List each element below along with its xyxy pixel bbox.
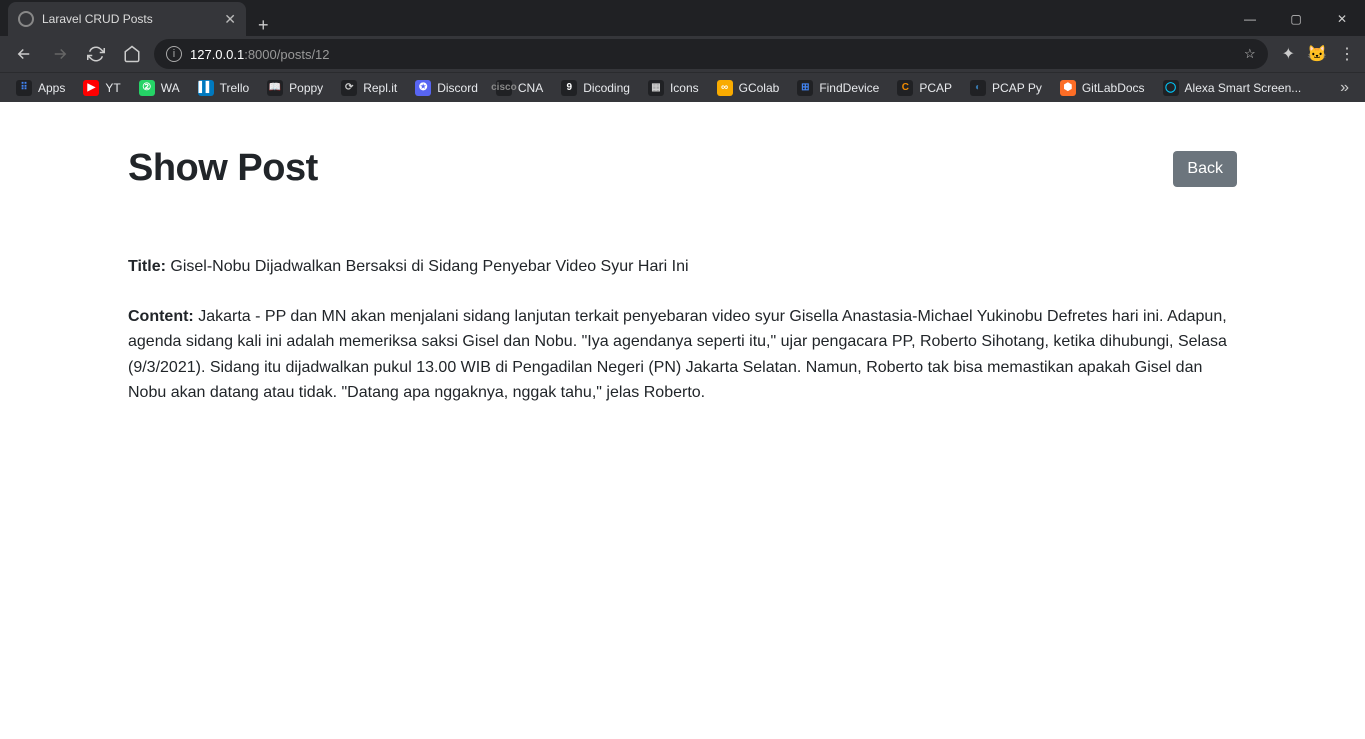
bookmark-item[interactable]: cisco CNA	[490, 76, 549, 100]
bookmark-item[interactable]: ② WA	[133, 76, 186, 100]
menu-icon[interactable]: ⋮	[1339, 44, 1355, 64]
bookmark-icon: ⬢	[1060, 80, 1076, 96]
bookmark-label: WA	[161, 81, 180, 95]
bookmark-item[interactable]: ⠿ Apps	[10, 76, 71, 100]
bookmark-icon: ⊞	[797, 80, 813, 96]
new-tab-button[interactable]: +	[246, 15, 281, 36]
bookmark-item[interactable]: 📖 Poppy	[261, 76, 329, 100]
bookmark-item[interactable]: ✪ Discord	[409, 76, 484, 100]
bookmark-item[interactable]: ▶ YT	[77, 76, 126, 100]
bookmark-icon: ∞	[717, 80, 733, 96]
bookmark-icon: ⟳	[341, 80, 357, 96]
tab-title: Laravel CRUD Posts	[42, 12, 216, 26]
window-controls: ― ▢ ✕	[1227, 2, 1365, 36]
bookmark-icon: ②	[139, 80, 155, 96]
bookmark-icon: ◯	[1163, 80, 1179, 96]
bookmark-icon: cisco	[496, 80, 512, 96]
bookmark-label: PCAP	[919, 81, 952, 95]
bookmark-item[interactable]: ∞ GColab	[711, 76, 786, 100]
minimize-button[interactable]: ―	[1227, 2, 1273, 36]
bookmark-icon: ▦	[648, 80, 664, 96]
bookmark-icon: 📖	[267, 80, 283, 96]
bookmark-star-icon[interactable]: ☆	[1244, 46, 1256, 62]
maximize-button[interactable]: ▢	[1273, 2, 1319, 36]
globe-icon	[18, 11, 34, 27]
bookmark-label: YT	[105, 81, 120, 95]
site-info-icon[interactable]: i	[166, 46, 182, 62]
forward-button[interactable]	[46, 40, 74, 68]
reload-button[interactable]	[82, 40, 110, 68]
bookmark-label: GitLabDocs	[1082, 81, 1145, 95]
back-link-button[interactable]: Back	[1173, 151, 1237, 187]
bookmark-item[interactable]: ◐ PCAP Py	[964, 76, 1048, 100]
bookmark-label: CNA	[518, 81, 543, 95]
bookmarks-bar: ⠿ Apps ▶ YT ② WA ▌▌ Trello 📖 Poppy ⟳ Repl.it ✪ Discor…	[0, 72, 1365, 102]
back-button[interactable]	[10, 40, 38, 68]
bookmark-icon: 9	[561, 80, 577, 96]
post-content-row: Content: Jakarta - PP dan MN akan menjal…	[128, 304, 1237, 406]
address-bar[interactable]: i 127.0.0.1:8000/posts/12 ☆	[154, 39, 1268, 69]
bookmark-item[interactable]: ⊞ FindDevice	[791, 76, 885, 100]
content-label: Content:	[128, 308, 194, 325]
page-title: Show Post	[128, 147, 318, 190]
page-header: Show Post Back	[128, 147, 1237, 190]
bookmark-icon: C	[897, 80, 913, 96]
bookmark-item[interactable]: ⬢ GitLabDocs	[1054, 76, 1151, 100]
bookmark-icon: ◐	[970, 80, 986, 96]
nav-toolbar: i 127.0.0.1:8000/posts/12 ☆ ✦ 🐱 ⋮	[0, 36, 1365, 72]
post-details: Title: Gisel-Nobu Dijadwalkan Bersaksi d…	[128, 254, 1237, 406]
bookmark-label: Repl.it	[363, 81, 397, 95]
title-label: Title:	[128, 258, 166, 275]
url-display: 127.0.0.1:8000/posts/12	[190, 47, 330, 62]
extensions-icon[interactable]: ✦	[1282, 44, 1295, 64]
bookmark-label: Alexa Smart Screen...	[1185, 81, 1302, 95]
bookmark-icon: ▌▌	[198, 80, 214, 96]
bookmark-label: PCAP Py	[992, 81, 1042, 95]
close-window-button[interactable]: ✕	[1319, 2, 1365, 36]
bookmark-icon: ✪	[415, 80, 431, 96]
browser-chrome: Laravel CRUD Posts ✕ + ― ▢ ✕ i 127.0.0.1…	[0, 0, 1365, 102]
title-value: Gisel-Nobu Dijadwalkan Bersaksi di Sidan…	[170, 258, 688, 275]
bookmark-item[interactable]: ▦ Icons	[642, 76, 705, 100]
bookmark-label: Icons	[670, 81, 699, 95]
profile-avatar[interactable]: 🐱	[1307, 44, 1327, 64]
bookmark-label: Dicoding	[583, 81, 630, 95]
post-title-row: Title: Gisel-Nobu Dijadwalkan Bersaksi d…	[128, 254, 1237, 280]
tab-bar: Laravel CRUD Posts ✕ + ― ▢ ✕	[0, 0, 1365, 36]
browser-tab[interactable]: Laravel CRUD Posts ✕	[8, 2, 246, 36]
bookmark-label: Trello	[220, 81, 250, 95]
bookmark-icon: ▶	[83, 80, 99, 96]
bookmark-label: Poppy	[289, 81, 323, 95]
toolbar-right: ✦ 🐱 ⋮	[1276, 44, 1355, 64]
bookmark-item[interactable]: ⟳ Repl.it	[335, 76, 403, 100]
bookmark-item[interactable]: C PCAP	[891, 76, 958, 100]
bookmarks-overflow-icon[interactable]: »	[1334, 79, 1355, 97]
bookmark-icon: ⠿	[16, 80, 32, 96]
content-value: Jakarta - PP dan MN akan menjalani sidan…	[128, 308, 1227, 402]
bookmark-label: Apps	[38, 81, 65, 95]
bookmark-item[interactable]: 9 Dicoding	[555, 76, 636, 100]
bookmark-label: Discord	[437, 81, 478, 95]
home-button[interactable]	[118, 40, 146, 68]
page-content: Show Post Back Title: Gisel-Nobu Dijadwa…	[0, 102, 1365, 475]
bookmark-label: GColab	[739, 81, 780, 95]
bookmark-item[interactable]: ◯ Alexa Smart Screen...	[1157, 76, 1308, 100]
close-tab-icon[interactable]: ✕	[224, 11, 236, 28]
bookmark-item[interactable]: ▌▌ Trello	[192, 76, 256, 100]
bookmark-label: FindDevice	[819, 81, 879, 95]
